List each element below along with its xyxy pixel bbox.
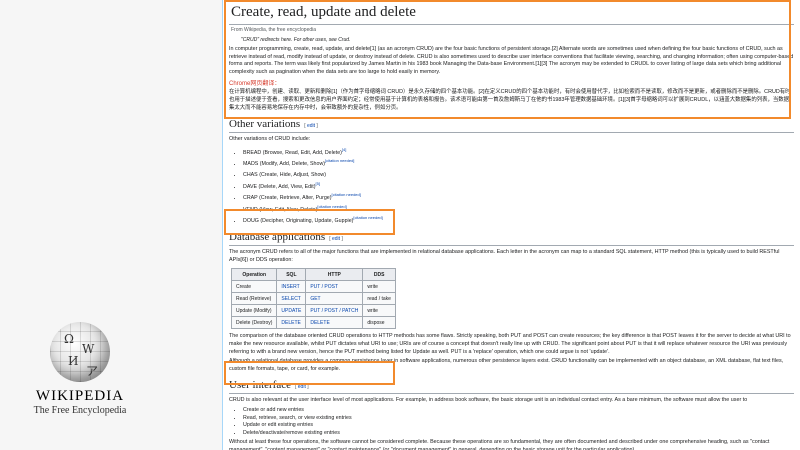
table-row: Create INSERT PUT / POST write <box>230 280 396 294</box>
list-item: CRAP (Create, Retrieve, Alter, Purge)[ci… <box>243 191 794 202</box>
list-item: Create or add new entries <box>243 407 794 415</box>
wordmark: WIKIPEDIA <box>35 388 125 404</box>
list-item: Delete/deactivate/remove existing entrie… <box>243 430 794 438</box>
tagline: The Free Encyclopedia <box>33 405 127 416</box>
puzzle-globe-icon: Ω W И ア <box>50 322 110 382</box>
edit-link[interactable]: edit <box>332 236 340 242</box>
crud-table: Operation SQL HTTP DDS Create INSERT PUT… <box>230 268 396 330</box>
edit-link[interactable]: edit <box>298 384 306 390</box>
ui-list: Create or add new entries Read, retrieve… <box>243 407 794 437</box>
edit-link[interactable]: edit <box>307 123 315 129</box>
highlight-box-database <box>224 209 395 235</box>
ui-outro: Without at least these four operations, … <box>229 439 770 450</box>
list-item: Update or edit existing entries <box>243 422 794 430</box>
table-row: Read (Retrieve) SELECT GET read / take <box>230 292 396 306</box>
list-item: CHAS (Create, Hide, Adjust, Show) <box>243 168 794 179</box>
other-intro: Other variations of CRUD include: <box>229 136 311 143</box>
list-item: MADS (Modify, Add, Delete, Show)[citatio… <box>243 157 794 168</box>
sidebar: Ω W И ア WIKIPEDIA The Free Encyclopedia <box>0 0 220 450</box>
table-row: Update (Modify) UPDATE PUT / POST / PATC… <box>230 304 396 318</box>
db-paragraph: The comparison of the database oriented … <box>229 333 791 355</box>
list-item: BREAD (Browse, Read, Edit, Add, Delete)[… <box>243 146 794 157</box>
section-heading-other: Other variations[ edit ] <box>229 118 794 134</box>
ui-intro: CRUD is also relevant at the user interf… <box>229 397 748 404</box>
table-header-row: Operation SQL HTTP DDS <box>230 268 396 282</box>
list-item: DAVE (Delete, Add, View, Edit)[5] <box>243 180 794 191</box>
wikipedia-logo[interactable]: Ω W И ア WIKIPEDIA The Free Encyclopedia <box>30 322 130 416</box>
db-intro: The acronym CRUD refers to all of the ma… <box>229 249 780 263</box>
table-row: Delete (Destroy) DELETE DELETE dispose <box>230 316 396 330</box>
list-item: Read, retrieve, search, or view existing… <box>243 415 794 423</box>
highlight-box-intro <box>224 0 791 119</box>
highlight-box-ui <box>224 361 395 385</box>
